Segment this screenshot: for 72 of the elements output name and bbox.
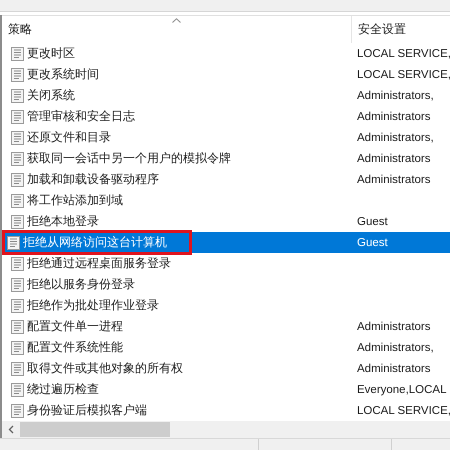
policy-row[interactable]: 绕过遍历检查 Everyone,LOCAL	[2, 379, 450, 400]
horizontal-scrollbar[interactable]	[2, 421, 450, 438]
policy-icon	[11, 110, 24, 124]
policy-name: 配置文件单一进程	[27, 318, 123, 336]
policy-icon	[11, 278, 24, 292]
policy-row[interactable]: 更改时区 LOCAL SERVICE,	[2, 43, 450, 64]
policy-name: 还原文件和目录	[27, 129, 111, 146]
policy-icon	[11, 214, 24, 229]
policy-row[interactable]: 拒绝从网络访问这台计算机 Guest	[2, 232, 450, 254]
policy-row[interactable]: 将工作站添加到域	[2, 190, 450, 212]
policy-icon	[7, 236, 20, 250]
policy-row[interactable]: 配置文件系统性能 Administrators,	[2, 337, 450, 358]
policy-row[interactable]: 拒绝作为批处理作业登录	[2, 295, 450, 316]
policy-name: 更改时区	[27, 45, 75, 62]
policy-name: 更改系统时间	[27, 66, 99, 84]
security-setting: Guest	[357, 236, 388, 249]
policy-row[interactable]: 更改系统时间 LOCAL SERVICE,	[2, 64, 450, 86]
security-setting: Administrators	[357, 320, 430, 333]
policy-icon	[11, 152, 24, 166]
security-setting: LOCAL SERVICE,	[357, 48, 450, 60]
security-setting: LOCAL SERVICE,	[357, 68, 450, 81]
policy-row[interactable]: 配置文件单一进程 Administrators	[2, 316, 450, 338]
security-setting: Administrators	[357, 110, 430, 123]
scroll-left-icon[interactable]	[8, 425, 14, 434]
sort-icon	[172, 18, 181, 23]
security-setting: Administrators,	[357, 90, 434, 102]
policy-icon	[11, 130, 24, 145]
security-setting: Administrators,	[357, 342, 434, 354]
security-setting: Administrators	[357, 152, 430, 165]
security-setting: Administrators,	[357, 132, 434, 144]
policy-name: 拒绝通过远程桌面服务登录	[27, 255, 171, 272]
policy-row[interactable]: 还原文件和目录 Administrators,	[2, 127, 450, 148]
policy-name: 配置文件系统性能	[27, 339, 123, 356]
policy-icon	[11, 172, 24, 187]
policy-icon	[11, 46, 24, 61]
policy-row[interactable]: 拒绝以服务身份登录	[2, 274, 450, 296]
policy-row[interactable]: 拒绝通过远程桌面服务登录	[2, 253, 450, 274]
policy-name: 将工作站添加到域	[27, 192, 123, 210]
policy-row[interactable]: 获取同一会话中另一个用户的模拟令牌 Administrators	[2, 148, 450, 170]
policy-name: 取得文件或其他对象的所有权	[27, 360, 183, 378]
policy-name: 获取同一会话中另一个用户的模拟令牌	[27, 150, 231, 168]
policy-icon	[11, 256, 24, 271]
policy-icon	[11, 362, 24, 376]
policy-icon	[11, 404, 24, 418]
policy-icon	[11, 298, 24, 313]
security-setting: Guest	[357, 216, 388, 228]
policy-icon	[11, 88, 24, 103]
policy-name: 拒绝作为批处理作业登录	[27, 297, 159, 314]
security-setting: LOCAL SERVICE,	[357, 404, 450, 417]
security-setting: Everyone,LOCAL	[357, 384, 446, 396]
policy-name: 管理审核和安全日志	[27, 108, 135, 126]
policy-icon	[11, 382, 24, 397]
policy-icon	[11, 340, 24, 355]
policy-icon	[11, 194, 24, 208]
policy-name: 拒绝以服务身份登录	[27, 276, 135, 294]
policy-name: 关闭系统	[27, 87, 75, 104]
security-setting: Administrators	[357, 362, 430, 375]
policy-name: 加载和卸载设备驱动程序	[27, 171, 159, 188]
policy-row[interactable]: 拒绝本地登录 Guest	[2, 211, 450, 232]
security-setting: Administrators	[357, 174, 430, 186]
policy-row[interactable]: 关闭系统 Administrators,	[2, 85, 450, 106]
policy-name: 拒绝从网络访问这台计算机	[23, 234, 167, 252]
policy-name: 身份验证后模拟客户端	[27, 402, 147, 420]
policy-icon	[11, 320, 24, 334]
policy-row[interactable]: 身份验证后模拟客户端 LOCAL SERVICE,	[2, 400, 450, 422]
policy-name: 绕过遍历检查	[27, 381, 99, 398]
policy-row[interactable]: 加载和卸载设备驱动程序 Administrators	[2, 169, 450, 190]
policy-row[interactable]: 管理审核和安全日志 Administrators	[2, 106, 450, 128]
scrollbar-thumb[interactable]	[20, 422, 170, 438]
policy-icon	[11, 68, 24, 82]
policy-row[interactable]: 取得文件或其他对象的所有权 Administrators	[2, 358, 450, 380]
policy-name: 拒绝本地登录	[27, 213, 99, 230]
